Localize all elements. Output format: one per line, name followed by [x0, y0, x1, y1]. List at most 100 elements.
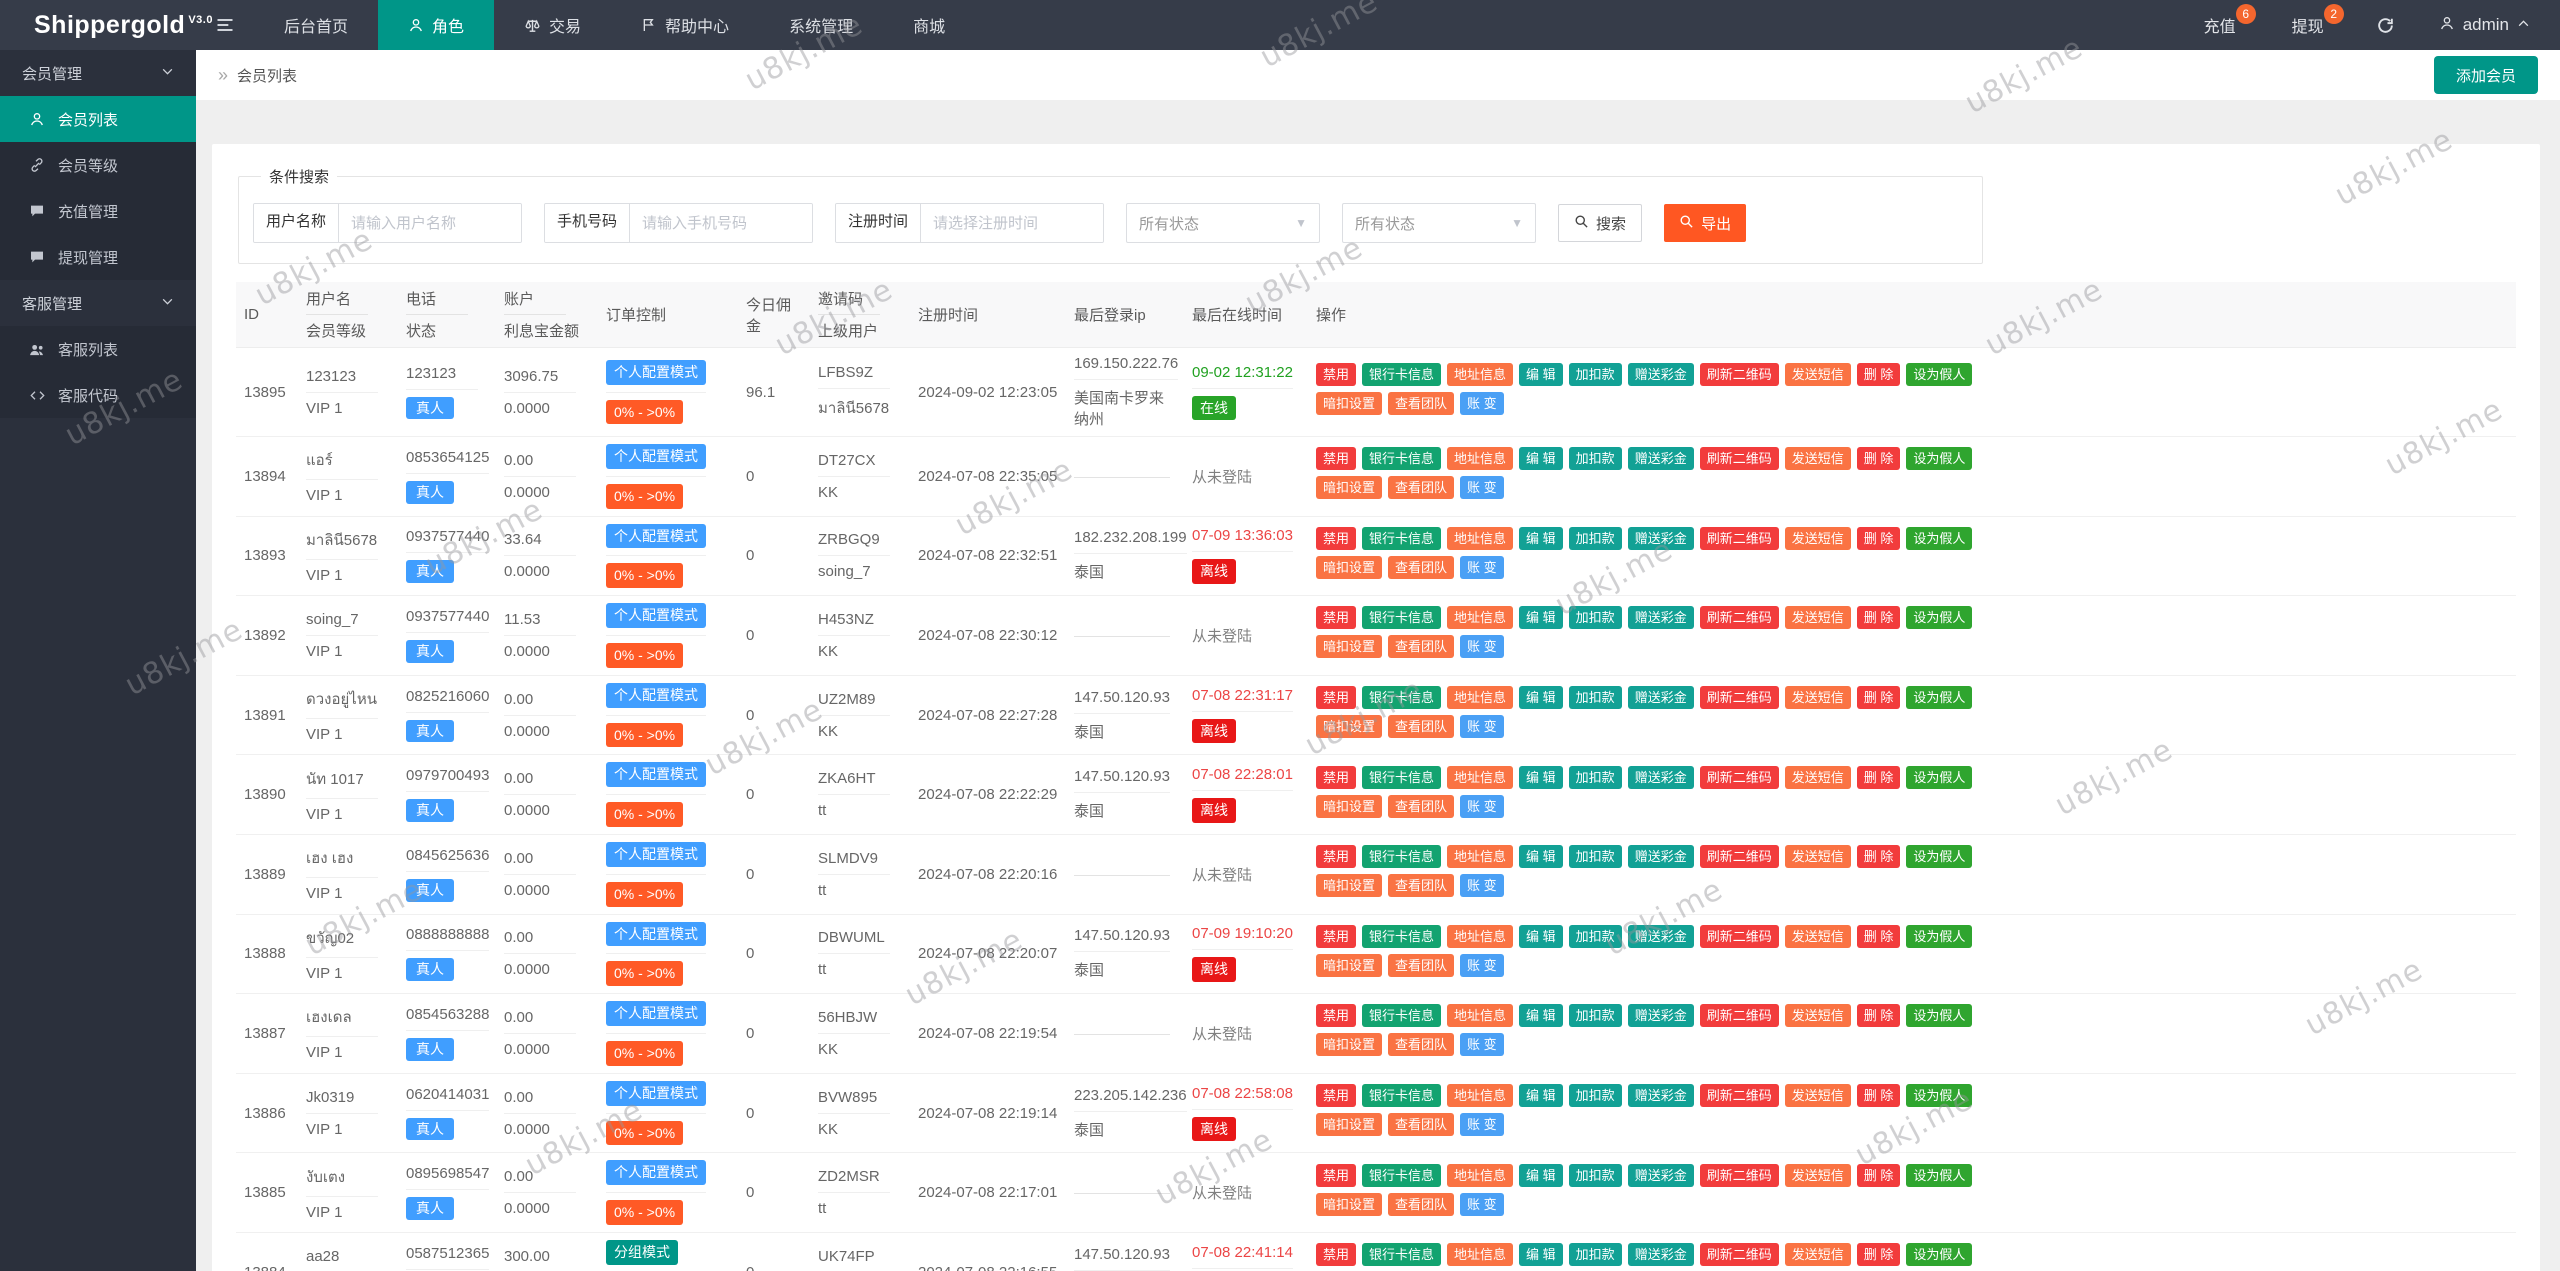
- hidden-deduct-button[interactable]: 暗扣设置: [1316, 555, 1383, 579]
- address-info-button[interactable]: 地址信息: [1447, 363, 1514, 386]
- nav-item-roles[interactable]: 角色: [378, 0, 495, 50]
- admin-user-menu[interactable]: admin: [2423, 15, 2530, 36]
- balance-change-button[interactable]: 账 变: [1460, 1113, 1504, 1137]
- phone-input[interactable]: [630, 204, 813, 242]
- view-team-button[interactable]: 查看团队: [1388, 392, 1455, 415]
- set-fake-button[interactable]: 设为假人: [1906, 526, 1973, 550]
- delete-button[interactable]: 删 除: [1856, 1243, 1901, 1267]
- nav-item-help[interactable]: 帮助中心: [611, 0, 759, 50]
- bank-card-info-button[interactable]: 银行卡信息: [1362, 1163, 1442, 1187]
- sidebar-item-withdraw-management[interactable]: 提现管理: [0, 234, 196, 280]
- gift-bonus-button[interactable]: 赠送彩金: [1627, 526, 1694, 550]
- send-sms-button[interactable]: 发送短信: [1784, 606, 1851, 630]
- set-fake-button[interactable]: 设为假人: [1906, 606, 1973, 630]
- address-info-button[interactable]: 地址信息: [1447, 526, 1514, 550]
- send-sms-button[interactable]: 发送短信: [1784, 363, 1851, 386]
- bank-card-info-button[interactable]: 银行卡信息: [1362, 924, 1442, 948]
- send-sms-button[interactable]: 发送短信: [1784, 1004, 1851, 1028]
- edit-button[interactable]: 编 辑: [1519, 1004, 1563, 1028]
- address-info-button[interactable]: 地址信息: [1447, 924, 1514, 948]
- hidden-deduct-button[interactable]: 暗扣设置: [1316, 392, 1383, 415]
- address-info-button[interactable]: 地址信息: [1447, 765, 1514, 789]
- add-deduct-button[interactable]: 加扣款: [1568, 1084, 1622, 1108]
- refresh-qrcode-button[interactable]: 刷新二维码: [1699, 686, 1779, 710]
- edit-button[interactable]: 编 辑: [1519, 606, 1563, 630]
- edit-button[interactable]: 编 辑: [1519, 1243, 1563, 1267]
- hidden-deduct-button[interactable]: 暗扣设置: [1316, 635, 1383, 659]
- balance-change-button[interactable]: 账 变: [1460, 953, 1504, 977]
- gift-bonus-button[interactable]: 赠送彩金: [1627, 1084, 1694, 1108]
- edit-button[interactable]: 编 辑: [1519, 1084, 1563, 1108]
- sidebar-group-service-management[interactable]: 客服管理: [0, 280, 196, 326]
- bank-card-info-button[interactable]: 银行卡信息: [1362, 606, 1442, 630]
- set-fake-button[interactable]: 设为假人: [1906, 845, 1973, 869]
- edit-button[interactable]: 编 辑: [1519, 924, 1563, 948]
- balance-change-button[interactable]: 账 变: [1460, 874, 1504, 898]
- disable-button[interactable]: 禁用: [1316, 363, 1357, 386]
- edit-button[interactable]: 编 辑: [1519, 686, 1563, 710]
- delete-button[interactable]: 删 除: [1856, 765, 1901, 789]
- view-team-button[interactable]: 查看团队: [1388, 794, 1455, 818]
- view-team-button[interactable]: 查看团队: [1388, 635, 1455, 659]
- disable-button[interactable]: 禁用: [1316, 845, 1357, 869]
- refresh-qrcode-button[interactable]: 刷新二维码: [1699, 1243, 1779, 1267]
- delete-button[interactable]: 删 除: [1856, 363, 1901, 386]
- sidebar-item-service-code[interactable]: 客服代码: [0, 372, 196, 418]
- disable-button[interactable]: 禁用: [1316, 1084, 1357, 1108]
- disable-button[interactable]: 禁用: [1316, 606, 1357, 630]
- bank-card-info-button[interactable]: 银行卡信息: [1362, 765, 1442, 789]
- disable-button[interactable]: 禁用: [1316, 1004, 1357, 1028]
- view-team-button[interactable]: 查看团队: [1388, 555, 1455, 579]
- bank-card-info-button[interactable]: 银行卡信息: [1362, 447, 1442, 471]
- balance-change-button[interactable]: 账 变: [1460, 715, 1504, 739]
- send-sms-button[interactable]: 发送短信: [1784, 447, 1851, 471]
- address-info-button[interactable]: 地址信息: [1447, 1243, 1514, 1267]
- delete-button[interactable]: 删 除: [1856, 1004, 1901, 1028]
- gift-bonus-button[interactable]: 赠送彩金: [1627, 363, 1694, 386]
- add-deduct-button[interactable]: 加扣款: [1568, 924, 1622, 948]
- address-info-button[interactable]: 地址信息: [1447, 845, 1514, 869]
- set-fake-button[interactable]: 设为假人: [1906, 447, 1973, 471]
- nav-item-mall[interactable]: 商城: [883, 0, 975, 50]
- edit-button[interactable]: 编 辑: [1519, 1163, 1563, 1187]
- bank-card-info-button[interactable]: 银行卡信息: [1362, 1004, 1442, 1028]
- hidden-deduct-button[interactable]: 暗扣设置: [1316, 953, 1383, 977]
- set-fake-button[interactable]: 设为假人: [1906, 1084, 1973, 1108]
- export-button[interactable]: 导出: [1664, 204, 1747, 242]
- balance-change-button[interactable]: 账 变: [1460, 635, 1504, 659]
- add-deduct-button[interactable]: 加扣款: [1568, 765, 1622, 789]
- address-info-button[interactable]: 地址信息: [1447, 686, 1514, 710]
- nav-item-trade[interactable]: 交易: [494, 0, 611, 50]
- address-info-button[interactable]: 地址信息: [1447, 447, 1514, 471]
- refresh-qrcode-button[interactable]: 刷新二维码: [1699, 447, 1779, 471]
- delete-button[interactable]: 删 除: [1856, 606, 1901, 630]
- refresh-qrcode-button[interactable]: 刷新二维码: [1699, 1084, 1779, 1108]
- edit-button[interactable]: 编 辑: [1519, 765, 1563, 789]
- delete-button[interactable]: 删 除: [1856, 1163, 1901, 1187]
- recharge-shortcut[interactable]: 充值 6: [2180, 4, 2260, 37]
- send-sms-button[interactable]: 发送短信: [1784, 526, 1851, 550]
- view-team-button[interactable]: 查看团队: [1388, 953, 1455, 977]
- add-deduct-button[interactable]: 加扣款: [1568, 526, 1622, 550]
- hidden-deduct-button[interactable]: 暗扣设置: [1316, 476, 1383, 500]
- refresh-qrcode-button[interactable]: 刷新二维码: [1699, 1004, 1779, 1028]
- hidden-deduct-button[interactable]: 暗扣设置: [1316, 1113, 1383, 1137]
- nav-item-home[interactable]: 后台首页: [254, 0, 378, 50]
- bank-card-info-button[interactable]: 银行卡信息: [1362, 526, 1442, 550]
- delete-button[interactable]: 删 除: [1856, 924, 1901, 948]
- disable-button[interactable]: 禁用: [1316, 924, 1357, 948]
- address-info-button[interactable]: 地址信息: [1447, 606, 1514, 630]
- search-button[interactable]: 搜索: [1558, 204, 1643, 242]
- balance-change-button[interactable]: 账 变: [1460, 555, 1504, 579]
- refresh-qrcode-button[interactable]: 刷新二维码: [1699, 765, 1779, 789]
- hidden-deduct-button[interactable]: 暗扣设置: [1316, 1033, 1383, 1057]
- gift-bonus-button[interactable]: 赠送彩金: [1627, 924, 1694, 948]
- balance-change-button[interactable]: 账 变: [1460, 794, 1504, 818]
- disable-button[interactable]: 禁用: [1316, 1243, 1357, 1267]
- add-deduct-button[interactable]: 加扣款: [1568, 1163, 1622, 1187]
- add-deduct-button[interactable]: 加扣款: [1568, 606, 1622, 630]
- sidebar-item-member-level[interactable]: 会员等级: [0, 142, 196, 188]
- set-fake-button[interactable]: 设为假人: [1906, 1004, 1973, 1028]
- refresh-qrcode-button[interactable]: 刷新二维码: [1699, 526, 1779, 550]
- address-info-button[interactable]: 地址信息: [1447, 1163, 1514, 1187]
